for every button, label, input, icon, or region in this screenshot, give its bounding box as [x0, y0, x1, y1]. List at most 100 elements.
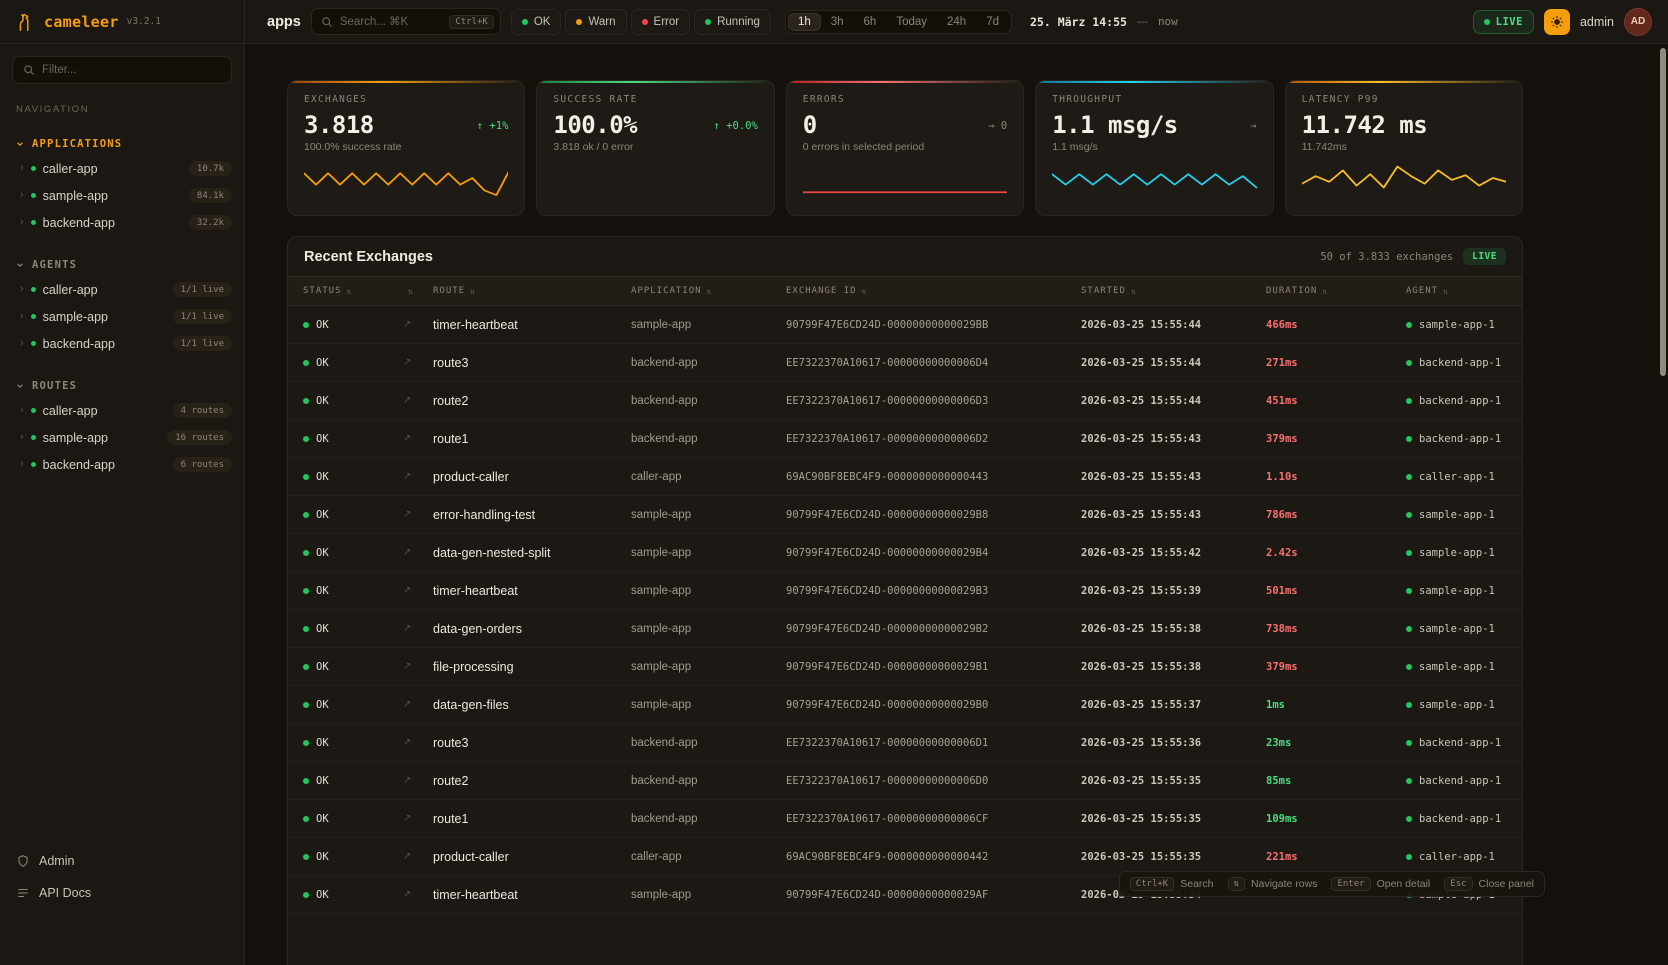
- column-header[interactable]: DURATION ⇅: [1266, 286, 1406, 296]
- started-timestamp: 2026-03-25 15:55:43: [1081, 509, 1266, 521]
- table-row[interactable]: OK ↗ product-caller caller-app 69AC90BF8…: [288, 458, 1522, 496]
- exchange-direction-icon: ↗: [403, 433, 433, 444]
- scrollbar-thumb[interactable]: [1660, 48, 1666, 376]
- started-timestamp: 2026-03-25 15:55:36: [1081, 737, 1266, 749]
- time-range-button[interactable]: Today: [886, 13, 937, 31]
- time-range-button[interactable]: 1h: [788, 13, 821, 31]
- route-name: product-caller: [433, 850, 631, 864]
- sidebar-filter-input[interactable]: [42, 64, 221, 76]
- application-name: sample-app: [631, 547, 786, 559]
- table-row[interactable]: OK ↗ route2 backend-app EE7322370A10617-…: [288, 762, 1522, 800]
- table-row[interactable]: OK ↗ error-handling-test sample-app 9079…: [288, 496, 1522, 534]
- table-row[interactable]: OK ↗ route2 backend-app EE7322370A10617-…: [288, 382, 1522, 420]
- current-datetime[interactable]: 25. März 14:55: [1030, 15, 1127, 29]
- sidebar: cameleer v3.2.1 NAVIGATION APPLICATIONS …: [0, 0, 245, 965]
- column-header[interactable]: APPLICATION ⇅: [631, 286, 786, 296]
- table-row[interactable]: OK ↗ route1 backend-app EE7322370A10617-…: [288, 800, 1522, 838]
- stat-card[interactable]: SUCCESS RATE 100.0% ↑ +0.0% 3.818 ok / 0…: [536, 80, 774, 216]
- time-range-button[interactable]: 3h: [821, 13, 854, 31]
- column-header[interactable]: AGENT ⇅: [1406, 286, 1507, 296]
- status-dot: [303, 702, 309, 708]
- status-filter-pill[interactable]: Error: [631, 9, 691, 35]
- status-dot: [303, 778, 309, 784]
- status-filter-pill[interactable]: OK: [511, 9, 562, 35]
- sidebar-item-application[interactable]: › caller-app 10.7k: [0, 155, 244, 182]
- stat-delta: ↑ +0.0%: [714, 120, 758, 132]
- status-label: OK: [316, 433, 329, 445]
- stat-subtitle: 3.818 ok / 0 error: [553, 141, 757, 153]
- exchange-id: EE7322370A10617-00000000000006D0: [786, 775, 1081, 787]
- route-name: route1: [433, 432, 631, 446]
- status-filter-pill[interactable]: Running: [694, 9, 771, 35]
- status-dot: [31, 193, 36, 198]
- duration-value: 738ms: [1266, 623, 1406, 635]
- status-filter-group: OK Warn Error Running: [511, 9, 771, 35]
- table-row[interactable]: OK ↗ timer-heartbeat sample-app 90799F47…: [288, 306, 1522, 344]
- sidebar-item-route[interactable]: › backend-app 6 routes: [0, 451, 244, 478]
- sidebar-item-application[interactable]: › backend-app 32.2k: [0, 209, 244, 236]
- table-row[interactable]: OK ↗ timer-heartbeat sample-app 90799F47…: [288, 572, 1522, 610]
- sidebar-item-route[interactable]: › sample-app 16 routes: [0, 424, 244, 451]
- avatar[interactable]: AD: [1624, 8, 1652, 36]
- column-header[interactable]: EXCHANGE ID ⇅: [786, 286, 1081, 296]
- app-root: cameleer v3.2.1 NAVIGATION APPLICATIONS …: [0, 0, 1668, 965]
- time-range-button[interactable]: 24h: [937, 13, 976, 31]
- time-range-button[interactable]: 7d: [976, 13, 1009, 31]
- agent-status-dot: [1406, 550, 1412, 556]
- stat-card[interactable]: ERRORS 0 → 0 0 errors in selected period: [786, 80, 1024, 216]
- column-header[interactable]: ROUTE ⇅: [433, 286, 631, 296]
- exchange-direction-icon: ↗: [403, 319, 433, 330]
- table-row[interactable]: OK ↗ data-gen-nested-split sample-app 90…: [288, 534, 1522, 572]
- section-header-applications[interactable]: APPLICATIONS: [0, 133, 244, 155]
- status-filter-pill[interactable]: Warn: [565, 9, 626, 35]
- card-accent-bar: [537, 81, 773, 83]
- sparkline-chart: [1302, 159, 1506, 197]
- time-range-button[interactable]: 6h: [854, 13, 887, 31]
- agent-status-dot: [1406, 512, 1412, 518]
- sidebar-item-agent[interactable]: › backend-app 1/1 live: [0, 330, 244, 357]
- agent-name: caller-app-1: [1419, 851, 1495, 863]
- agent-cell: backend-app-1: [1406, 433, 1507, 445]
- table-row[interactable]: OK ↗ file-processing sample-app 90799F47…: [288, 648, 1522, 686]
- agent-cell: sample-app-1: [1406, 509, 1507, 521]
- live-toggle[interactable]: LIVE: [1473, 10, 1534, 34]
- sort-icon: ⇅: [408, 287, 414, 296]
- sidebar-item-api-docs[interactable]: API Docs: [0, 877, 244, 909]
- card-accent-bar: [1036, 81, 1272, 83]
- chevron-right-icon: ›: [20, 190, 24, 201]
- status-dot: [303, 588, 309, 594]
- table-row[interactable]: OK ↗ route3 backend-app EE7322370A10617-…: [288, 344, 1522, 382]
- stat-card[interactable]: EXCHANGES 3.818 ↑ +1% 100.0% success rat…: [287, 80, 525, 216]
- agent-cell: backend-app-1: [1406, 813, 1507, 825]
- column-header[interactable]: STATUS ⇅: [303, 286, 403, 296]
- started-timestamp: 2026-03-25 15:55:44: [1081, 319, 1266, 331]
- sidebar-item-agent[interactable]: › caller-app 1/1 live: [0, 276, 244, 303]
- theme-toggle-button[interactable]: [1544, 9, 1570, 35]
- stat-value: 1.1 msg/s: [1052, 111, 1178, 139]
- exchange-id: EE7322370A10617-00000000000006D1: [786, 737, 1081, 749]
- status-dot: [31, 166, 36, 171]
- exchange-direction-icon: ↗: [403, 547, 433, 558]
- table-row[interactable]: OK ↗ route3 backend-app EE7322370A10617-…: [288, 724, 1522, 762]
- section-header-agents[interactable]: AGENTS: [0, 254, 244, 276]
- section-header-routes[interactable]: ROUTES: [0, 375, 244, 397]
- live-label: LIVE: [1496, 16, 1523, 28]
- stat-card[interactable]: THROUGHPUT 1.1 msg/s → 1.1 msg/s: [1035, 80, 1273, 216]
- stat-card[interactable]: LATENCY P99 11.742 ms 11.742ms: [1285, 80, 1523, 216]
- table-row[interactable]: OK ↗ data-gen-orders sample-app 90799F47…: [288, 610, 1522, 648]
- search-input[interactable]: [340, 16, 442, 28]
- sidebar-item-admin[interactable]: Admin: [0, 845, 244, 877]
- application-name: backend-app: [631, 775, 786, 787]
- table-row[interactable]: OK ↗ data-gen-files sample-app 90799F47E…: [288, 686, 1522, 724]
- column-header[interactable]: ⇅: [403, 287, 433, 296]
- sidebar-item-route[interactable]: › caller-app 4 routes: [0, 397, 244, 424]
- status-cell: OK: [303, 661, 403, 673]
- agent-cell: caller-app-1: [1406, 471, 1507, 483]
- sidebar-item-application[interactable]: › sample-app 84.1k: [0, 182, 244, 209]
- column-header[interactable]: STARTED ⇅: [1081, 286, 1266, 296]
- table-row[interactable]: OK ↗ route1 backend-app EE7322370A10617-…: [288, 420, 1522, 458]
- sidebar-item-agent[interactable]: › sample-app 1/1 live: [0, 303, 244, 330]
- status-cell: OK: [303, 547, 403, 559]
- application-name: backend-app: [631, 357, 786, 369]
- stat-subtitle: 100.0% success rate: [304, 141, 508, 153]
